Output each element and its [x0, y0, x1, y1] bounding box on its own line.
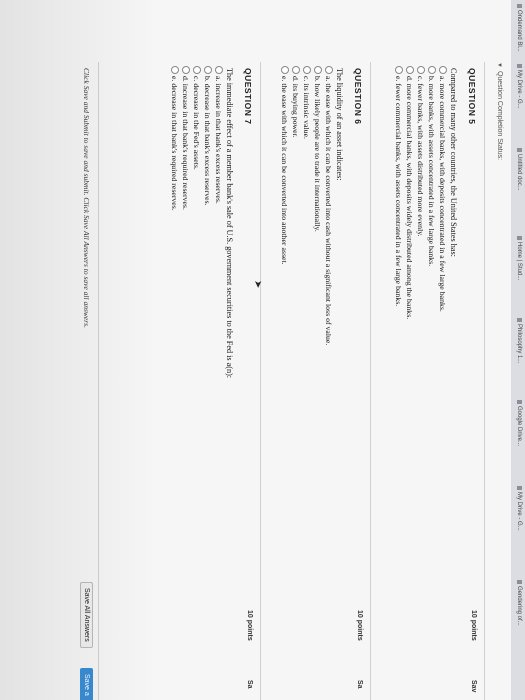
- question-title: QUESTION 6: [353, 68, 363, 125]
- question-prompt: Compared to many other countries, the Un…: [449, 68, 458, 257]
- status-label: Question Completion Status:: [496, 70, 503, 161]
- radio-button[interactable]: [292, 66, 300, 74]
- assessment-page: ▼Question Completion Status: QUESTION 5 …: [0, 0, 511, 700]
- answer-option[interactable]: a. the ease with which it can be convert…: [324, 66, 333, 345]
- bookmark-item[interactable]: My Drive - G...: [516, 64, 522, 109]
- divider: [260, 62, 261, 700]
- save-answer-button[interactable]: Sav: [470, 680, 477, 692]
- browser-screen: Ondemand Bl... My Drive - G... Untitled …: [0, 0, 525, 700]
- answer-option[interactable]: d. increase in that bank's required rese…: [181, 66, 190, 210]
- radio-button[interactable]: [406, 66, 414, 74]
- radio-button[interactable]: [417, 66, 425, 74]
- radio-button[interactable]: [204, 66, 212, 74]
- question-title: QUESTION 7: [243, 68, 253, 125]
- radio-button[interactable]: [303, 66, 311, 74]
- bookmark-item[interactable]: Philosophy 1...: [516, 318, 522, 363]
- divider: [370, 62, 371, 700]
- bookmark-item[interactable]: Ondemand Bl...: [516, 4, 522, 52]
- save-all-answers-button[interactable]: Save All Answers: [80, 582, 93, 648]
- answer-option[interactable]: e. decrease in that bank's required rese…: [170, 66, 179, 211]
- answer-option[interactable]: b. how likely people are to trade it int…: [313, 66, 322, 232]
- radio-button[interactable]: [428, 66, 436, 74]
- radio-button[interactable]: [193, 66, 201, 74]
- answer-option[interactable]: e. fewer commercial banks, with assets c…: [394, 66, 403, 306]
- radio-button[interactable]: [182, 66, 190, 74]
- submit-instructions: Click Save and Submit to save and submit…: [82, 68, 91, 328]
- radio-button[interactable]: [314, 66, 322, 74]
- bookmark-item[interactable]: My Drive - G...: [516, 486, 522, 531]
- answer-option[interactable]: a. more commercial banks, with deposits …: [438, 66, 447, 312]
- bookmark-item[interactable]: Untitled doc...: [516, 148, 522, 191]
- divider: [98, 62, 99, 700]
- radio-button[interactable]: [281, 66, 289, 74]
- divider: [484, 62, 485, 700]
- save-answer-button[interactable]: Sa: [246, 680, 253, 689]
- answer-option[interactable]: b. more banks, with assets concentrated …: [427, 66, 436, 266]
- question-points: 10 points: [470, 610, 477, 641]
- mouse-pointer-icon: ➤: [252, 280, 263, 289]
- radio-button[interactable]: [325, 66, 333, 74]
- radio-button[interactable]: [215, 66, 223, 74]
- answer-option[interactable]: c. its intrinsic value.: [302, 66, 311, 139]
- question-points: 10 points: [356, 610, 363, 641]
- question-prompt: The liquidity of an asset indicates:: [335, 68, 344, 181]
- question-points: 10 points: [246, 610, 253, 641]
- triangle-down-icon: ▼: [496, 62, 502, 68]
- answer-option[interactable]: d. its buying power.: [291, 66, 300, 138]
- bookmark-item[interactable]: Home | Stud...: [516, 236, 522, 280]
- bookmark-item[interactable]: Google Drive...: [516, 400, 522, 446]
- answer-option[interactable]: d. more commercial banks, with deposits …: [405, 66, 414, 319]
- save-answer-button[interactable]: Sa: [356, 680, 363, 689]
- bookmarks-bar: Ondemand Bl... My Drive - G... Untitled …: [510, 0, 525, 700]
- radio-button[interactable]: [171, 66, 179, 74]
- radio-button[interactable]: [395, 66, 403, 74]
- completion-status[interactable]: ▼ Question Completion Status:: [496, 62, 503, 160]
- answer-option[interactable]: e. the ease with which it can be convert…: [280, 66, 289, 265]
- radio-button[interactable]: [439, 66, 447, 74]
- question-prompt: The immediate effect of a member bank's …: [225, 68, 234, 379]
- answer-option[interactable]: a. increase in that bank's excess reserv…: [214, 66, 223, 204]
- answer-option[interactable]: c. fewer banks, with assets distributed …: [416, 66, 425, 237]
- save-and-submit-button[interactable]: Save a: [80, 668, 93, 700]
- answer-option[interactable]: b. decrease in that bank's excess reserv…: [203, 66, 212, 206]
- bookmark-item[interactable]: Gendering of...: [516, 580, 522, 626]
- question-title: QUESTION 5: [467, 68, 477, 125]
- answer-option[interactable]: c. decrease in the Fed's assets.: [192, 66, 201, 170]
